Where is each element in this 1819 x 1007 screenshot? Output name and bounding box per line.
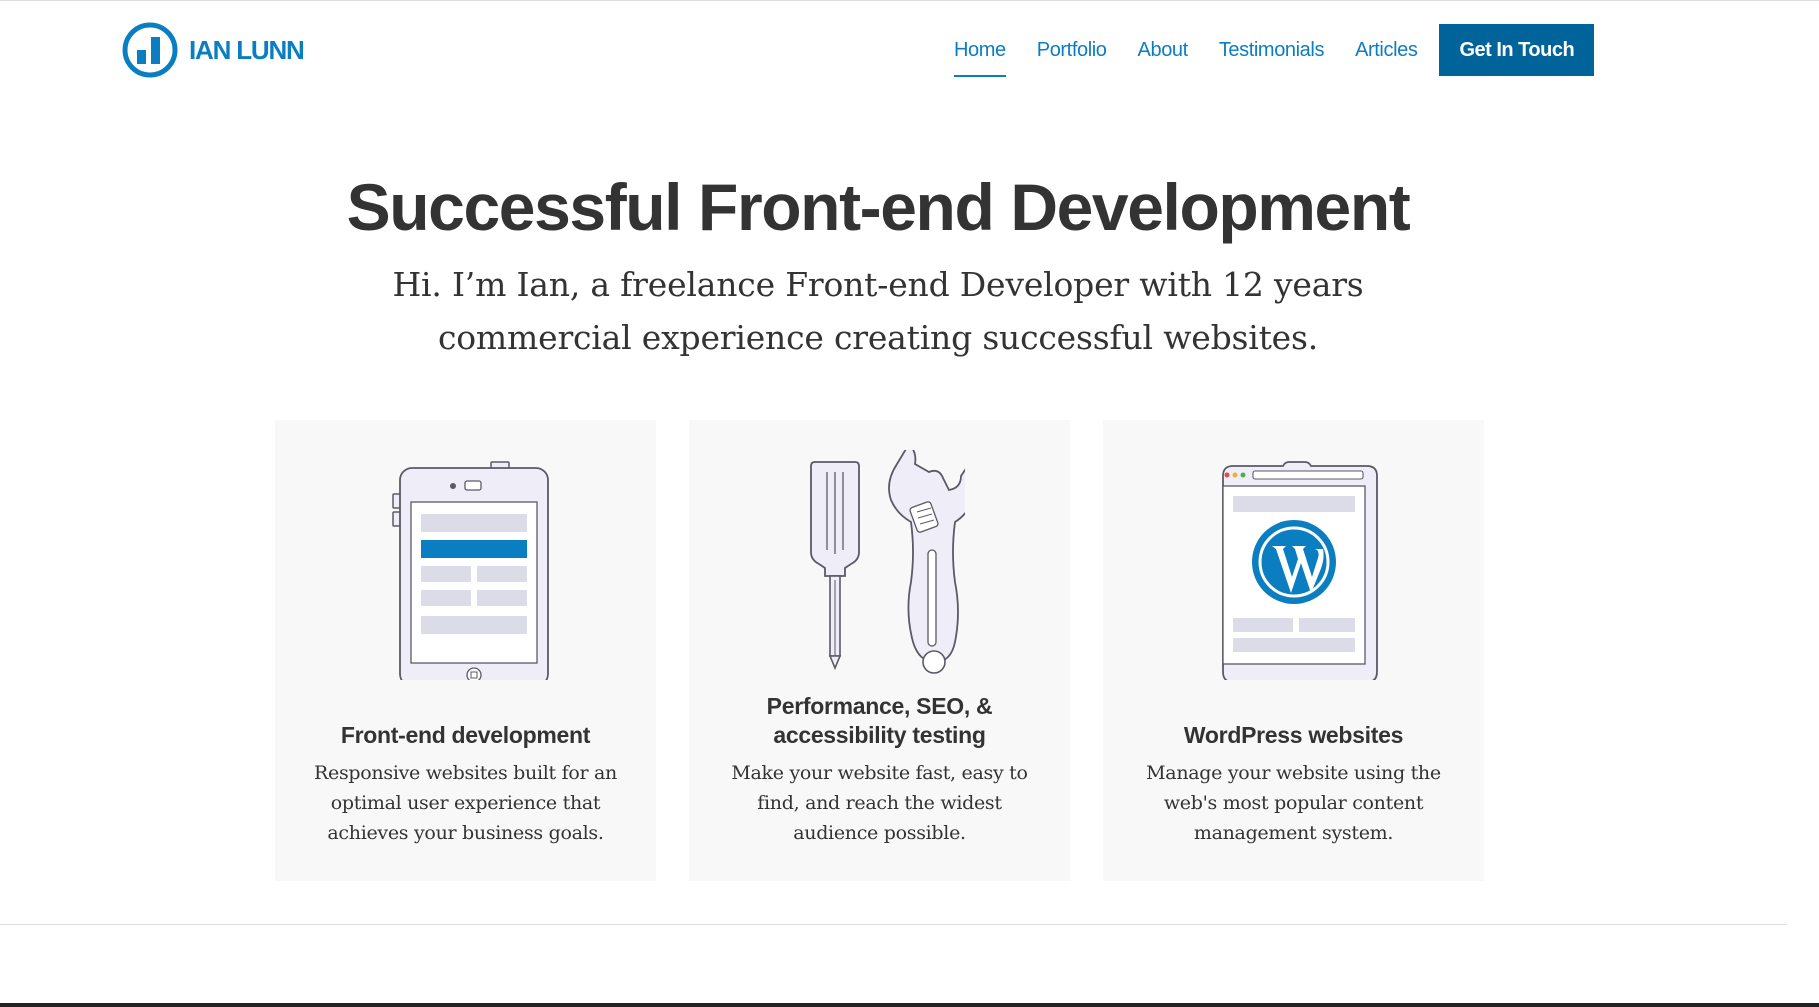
- service-card-performance: Performance, SEO, & accessibility testin…: [689, 420, 1070, 881]
- bottom-border: [0, 1003, 1819, 1007]
- logo-mark-icon: [122, 22, 178, 78]
- card-illustration: [1103, 450, 1484, 680]
- tools-icon: [809, 450, 965, 674]
- main-nav: Home Portfolio About Testimonials Articl…: [954, 24, 1595, 77]
- nav-portfolio[interactable]: Portfolio: [1037, 24, 1107, 76]
- hero-subtitle-line2: commercial experience creating successfu…: [437, 318, 1318, 357]
- card-title: Performance, SEO, & accessibility testin…: [709, 692, 1050, 750]
- service-card-wordpress: WordPress websites Manage your website u…: [1103, 420, 1484, 881]
- card-title-line2: accessibility testing: [773, 722, 986, 748]
- hero-subtitle: Hi. I’m Ian, a freelance Front-end Devel…: [344, 258, 1412, 364]
- card-title: WordPress websites: [1183, 722, 1404, 748]
- hero-title: Successful Front-end Development: [346, 170, 1411, 244]
- card-title: Front-end development: [340, 722, 591, 748]
- card-illustration: [689, 450, 1070, 674]
- nav-articles[interactable]: Articles: [1355, 24, 1418, 76]
- card-description: Responsive websites built for an optimal…: [314, 762, 617, 844]
- card-title-line1: Performance, SEO, &: [766, 693, 993, 719]
- site-logo[interactable]: IAN LUNN: [122, 22, 305, 78]
- card-description: Manage your website using the web's most…: [1146, 762, 1441, 844]
- service-card-frontend: Front-end development Responsive website…: [275, 420, 656, 881]
- card-illustration: [275, 450, 656, 680]
- hero-subtitle-line1: Hi. I’m Ian, a freelance Front-end Devel…: [392, 265, 1364, 304]
- card-description: Make your website fast, easy to find, an…: [731, 762, 1028, 844]
- top-border: [0, 0, 1819, 1]
- get-in-touch-button[interactable]: Get In Touch: [1439, 24, 1595, 76]
- section-divider: [0, 924, 1787, 925]
- tablet-icon: [391, 461, 549, 680]
- logo-text: IAN LUNN: [189, 34, 305, 65]
- nav-home[interactable]: Home: [954, 24, 1006, 77]
- nav-about[interactable]: About: [1138, 24, 1189, 76]
- nav-testimonials[interactable]: Testimonials: [1219, 24, 1325, 76]
- wordpress-icon: [1221, 461, 1378, 680]
